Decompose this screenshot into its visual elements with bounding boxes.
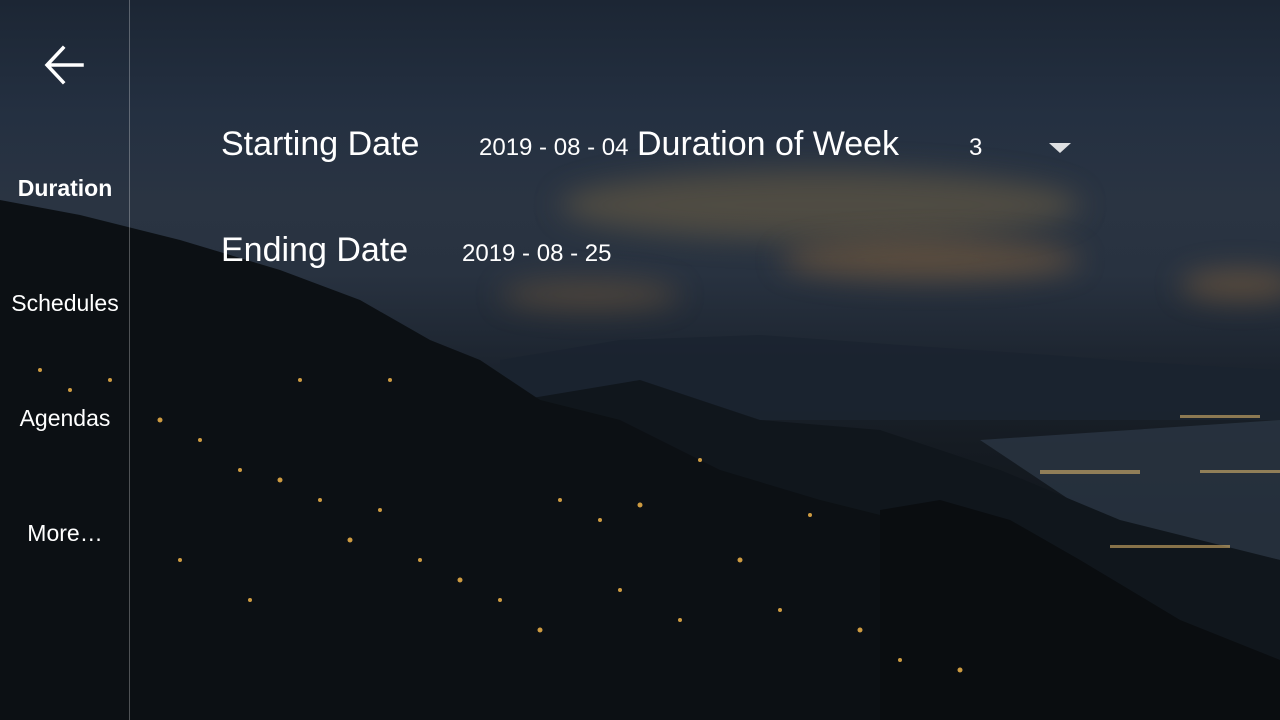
sidebar-item-agendas[interactable]: Agendas [0,405,130,432]
sidebar-item-more[interactable]: More… [0,520,130,547]
back-button[interactable] [40,42,90,88]
starting-date-label: Starting Date [221,125,420,163]
sidebar-item-schedules[interactable]: Schedules [0,290,130,317]
background-landscape [0,0,1280,720]
arrow-left-icon [44,45,84,85]
duration-of-week-value[interactable]: 3 [969,134,982,162]
caret-down-icon[interactable] [1049,143,1071,153]
sidebar-nav: Duration Schedules Agendas More… [0,0,130,720]
duration-settings-screen: Duration Schedules Agendas More… Startin… [0,0,1280,720]
sidebar-item-duration[interactable]: Duration [0,175,130,202]
ending-date-label: Ending Date [221,231,409,269]
mountain-silhouette [0,200,1280,720]
duration-of-week-label: Duration of Week [637,125,900,163]
ending-date-value[interactable]: 2019 - 08 - 25 [462,240,611,268]
starting-date-value[interactable]: 2019 - 08 - 04 [479,134,628,162]
